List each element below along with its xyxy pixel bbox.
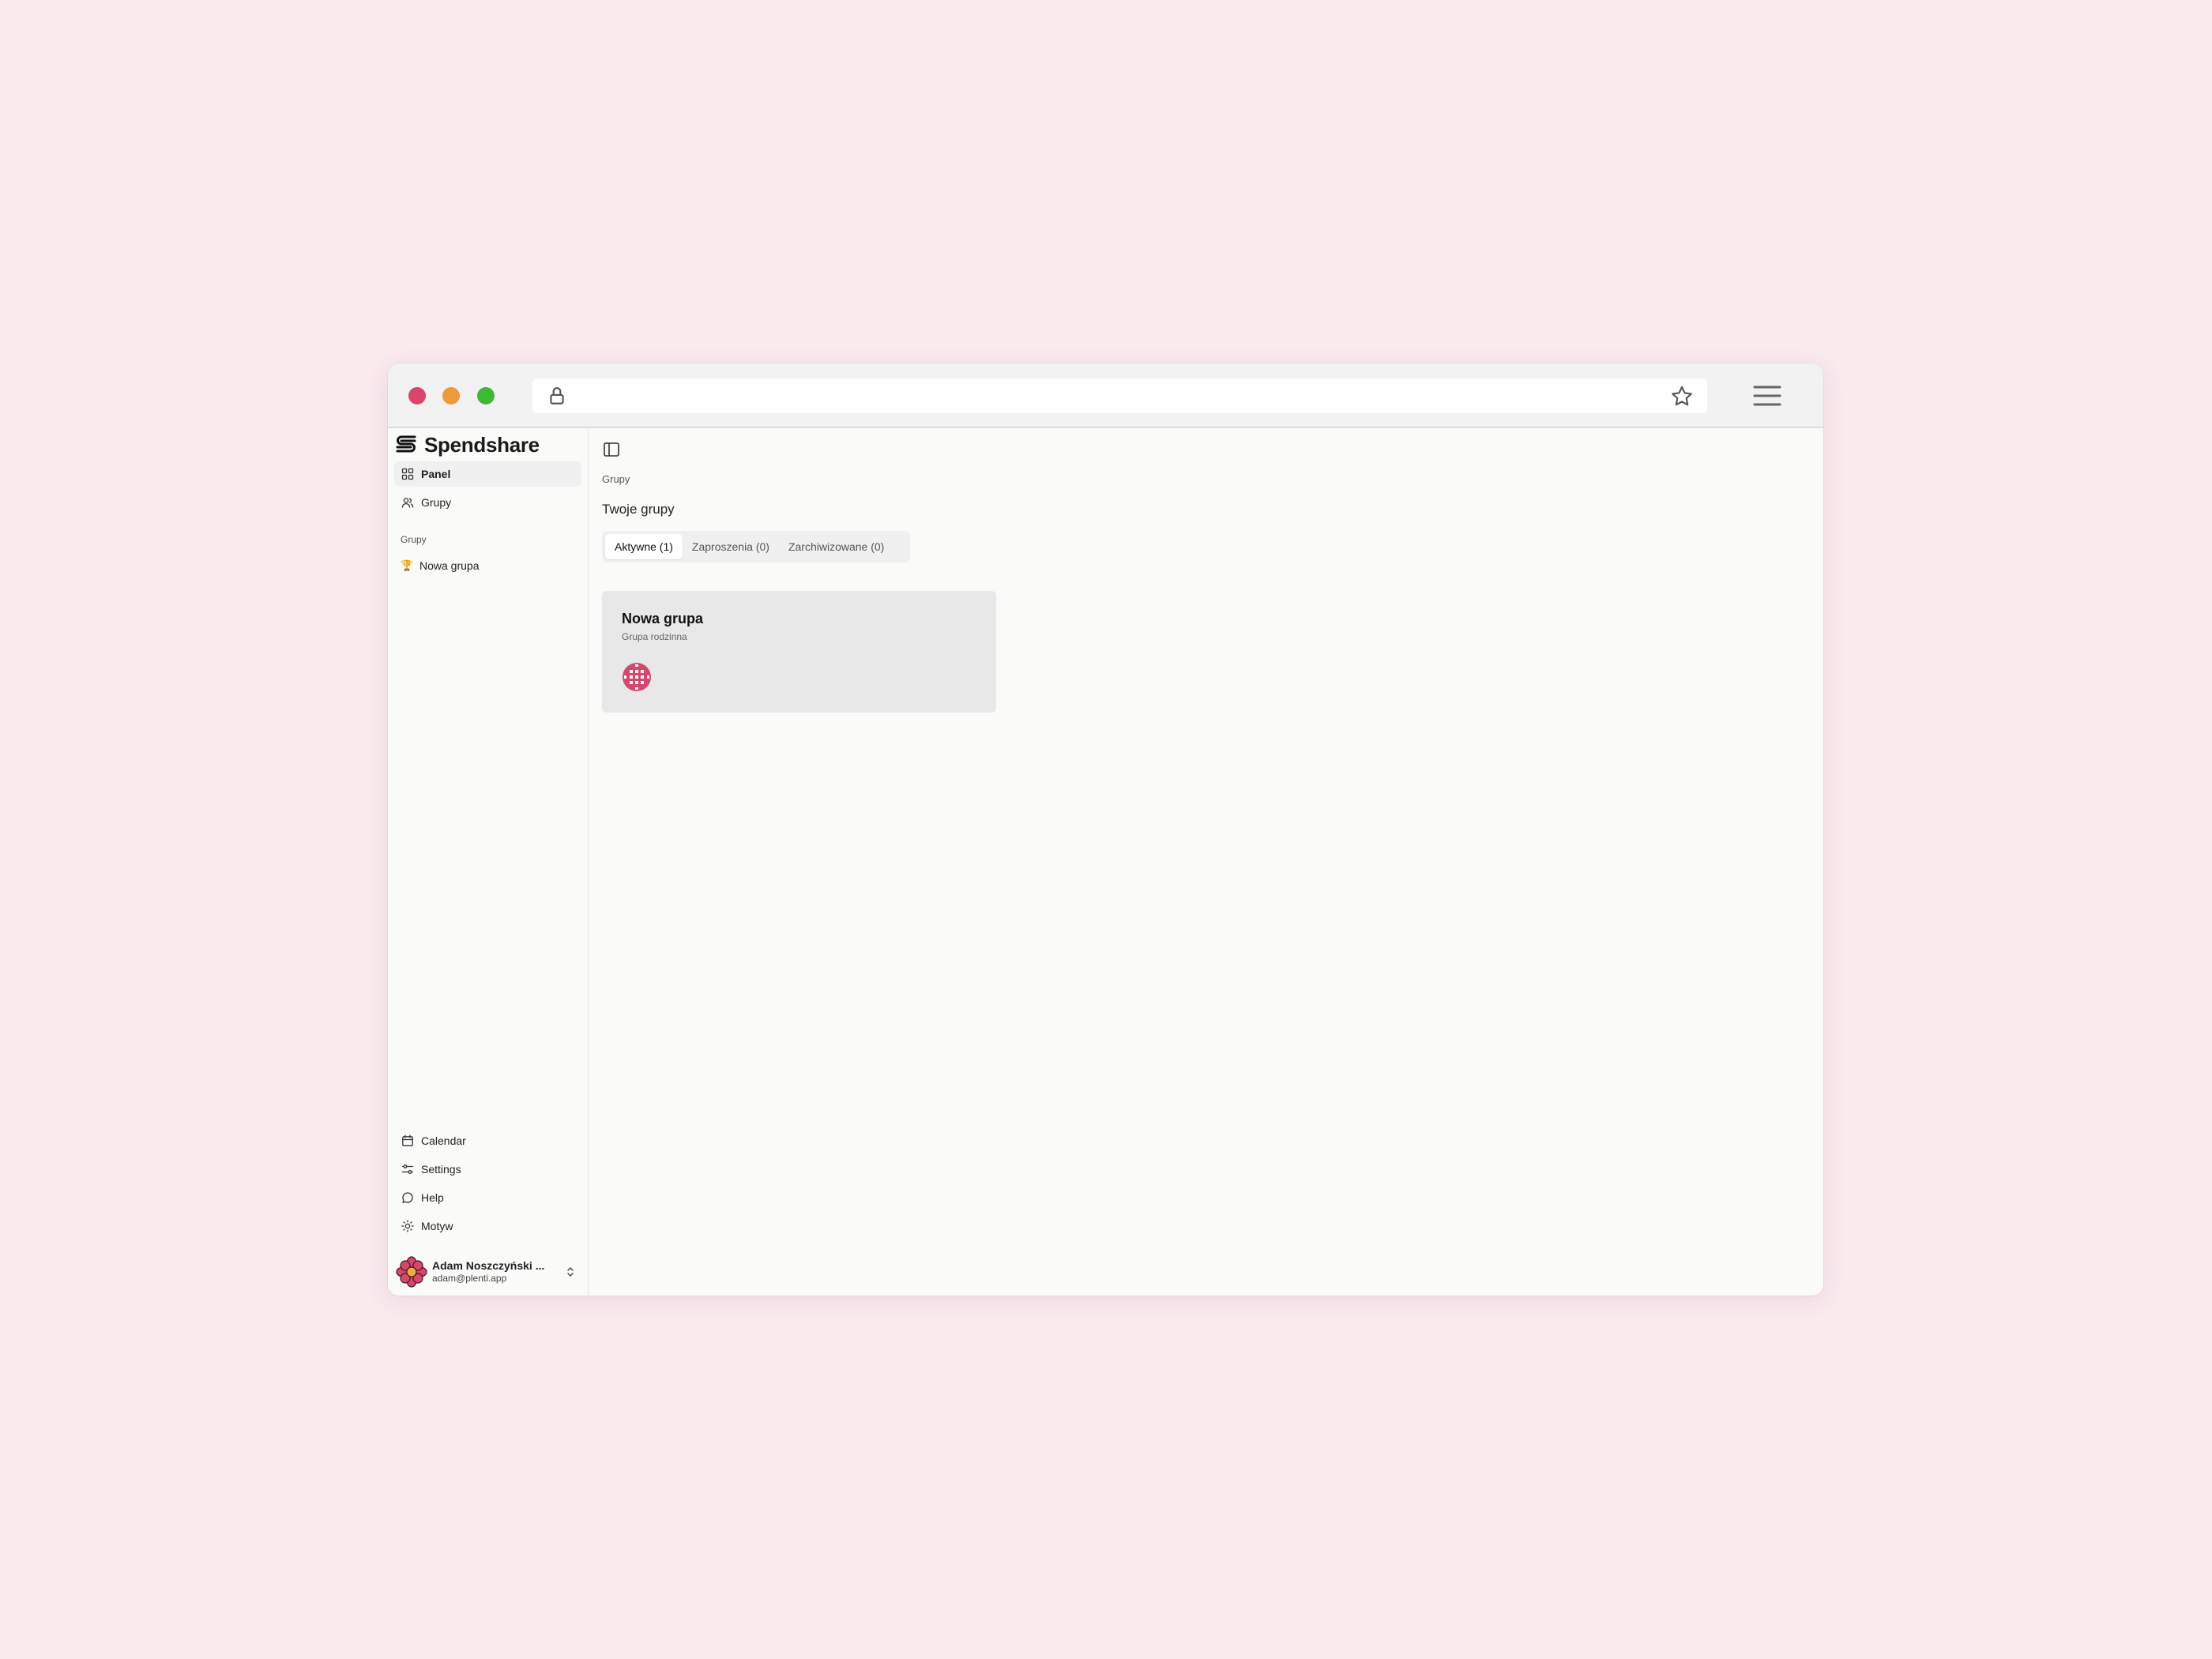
user-name: Adam Noszczyński ... xyxy=(432,1258,545,1272)
sidebar-item-motyw[interactable]: Motyw xyxy=(394,1213,581,1239)
browser-window: Spendshare Panel Grupy Grupy 🏆 Nowa grup… xyxy=(388,363,1823,1296)
brand-name: Spendshare xyxy=(424,432,540,457)
sidebar: Spendshare Panel Grupy Grupy 🏆 Nowa grup… xyxy=(388,428,589,1296)
main-content: Grupy Twoje grupy Aktywne (1) Zaproszeni… xyxy=(589,428,1823,1296)
users-icon xyxy=(401,498,414,508)
group-card-title: Nowa grupa xyxy=(622,611,704,626)
close-window-button[interactable] xyxy=(408,387,426,404)
group-card[interactable]: Nowa grupa Grupa rodzinna xyxy=(602,591,996,713)
sidebar-item-label: Panel xyxy=(421,468,451,480)
chevron-up-down-icon[interactable] xyxy=(565,1266,576,1278)
breadcrumb[interactable]: Grupy xyxy=(602,473,630,485)
sidebar-item-label: Help xyxy=(421,1191,444,1204)
sidebar-item-help[interactable]: Help xyxy=(394,1185,581,1210)
sidebar-item-calendar[interactable]: Calendar xyxy=(394,1128,581,1153)
tab-zarchiwizowane[interactable]: Zarchiwizowane (0) xyxy=(779,534,893,559)
groups-section-label: Grupy xyxy=(401,534,427,545)
bookmark-star-icon[interactable] xyxy=(1669,384,1695,409)
browser-toolbar xyxy=(388,363,1823,428)
group-card-subtitle: Grupa rodzinna xyxy=(622,631,687,642)
lock-icon xyxy=(550,387,564,404)
sidebar-item-label: Motyw xyxy=(421,1220,453,1232)
grid-icon xyxy=(401,468,414,480)
tab-zaproszenia[interactable]: Zaproszenia (0) xyxy=(683,534,779,559)
group-tabs: Aktywne (1) Zaproszenia (0) Zarchiwizowa… xyxy=(602,531,910,562)
user-menu[interactable]: Adam Noszczyński ... adam@plenti.app xyxy=(396,1255,582,1289)
brand-logo[interactable]: Spendshare xyxy=(394,433,540,457)
sidebar-item-label: Settings xyxy=(421,1163,461,1176)
sidebar-item-label: Grupy xyxy=(421,496,452,509)
sidebar-item-label: Calendar xyxy=(421,1134,466,1147)
address-bar[interactable] xyxy=(532,378,1707,413)
tab-aktywne[interactable]: Aktywne (1) xyxy=(605,534,683,559)
sliders-icon xyxy=(401,1164,414,1174)
sidebar-toggle-icon[interactable] xyxy=(602,440,621,459)
sidebar-item-panel[interactable]: Panel xyxy=(394,461,581,487)
member-avatar xyxy=(623,663,651,691)
minimize-window-button[interactable] xyxy=(442,387,460,404)
calendar-icon xyxy=(402,1134,413,1146)
sidebar-item-grupy[interactable]: Grupy xyxy=(394,490,581,515)
user-email: adam@plenti.app xyxy=(432,1273,507,1285)
sidebar-item-label: Nowa grupa xyxy=(419,559,480,572)
trophy-icon: 🏆 xyxy=(401,559,414,571)
sidebar-item-settings[interactable]: Settings xyxy=(394,1157,581,1182)
spendshare-logo-icon xyxy=(396,435,416,453)
sun-icon xyxy=(401,1220,414,1232)
menu-icon[interactable] xyxy=(1753,385,1781,407)
chat-bubble-icon xyxy=(402,1192,413,1203)
page-title: Twoje grupy xyxy=(602,502,675,517)
sidebar-item-nowa-grupa[interactable]: 🏆 Nowa grupa xyxy=(394,553,581,578)
maximize-window-button[interactable] xyxy=(477,387,495,404)
user-avatar xyxy=(396,1256,427,1288)
